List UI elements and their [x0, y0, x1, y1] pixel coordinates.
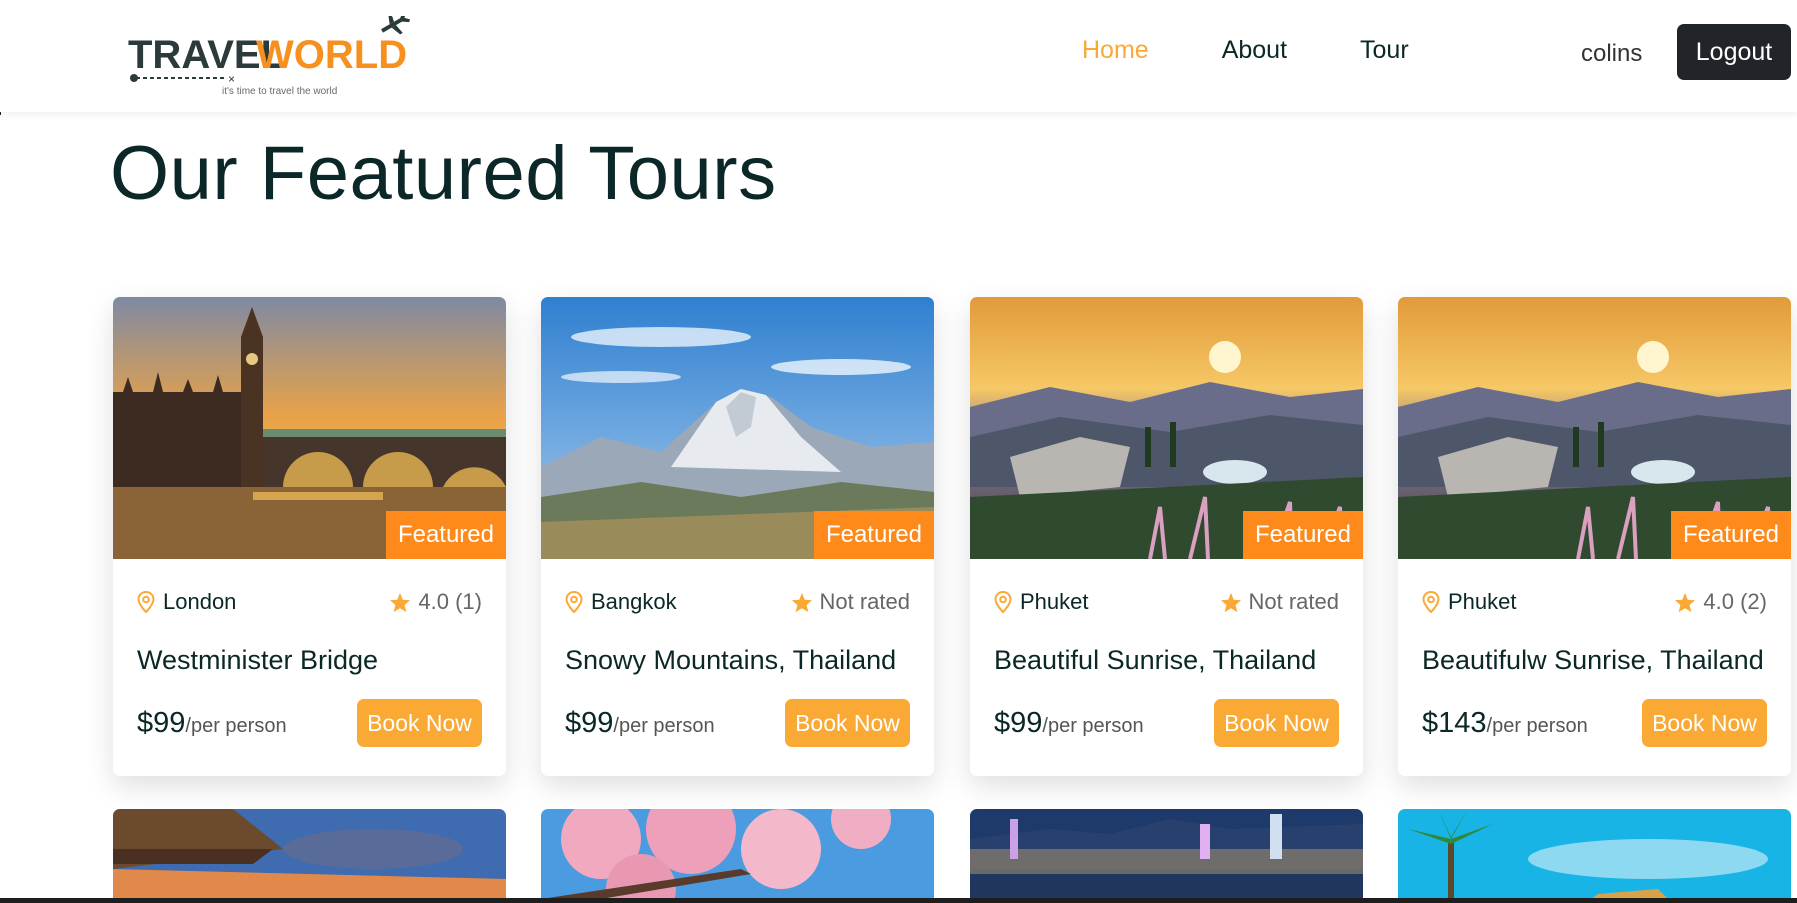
tour-card[interactable]: Featured Phuket 4.0 (2) Beautifulw Sunri… [1398, 297, 1791, 776]
price-unit: /per person [185, 714, 287, 737]
tour-rating: 4.0 (2) [1674, 589, 1767, 615]
tour-card[interactable]: Featured London 4.0 (1) Westminister Bri… [113, 297, 506, 776]
featured-badge: Featured [385, 511, 506, 559]
tour-card-partial[interactable] [541, 809, 934, 903]
tour-title[interactable]: Westminister Bridge [137, 645, 378, 676]
star-icon [791, 592, 812, 612]
tour-location: Phuket [1422, 589, 1517, 615]
tour-image[interactable]: Featured [113, 297, 506, 559]
book-now-button[interactable]: Book Now [357, 699, 482, 747]
logout-button[interactable]: Logout [1677, 24, 1791, 80]
tour-city: London [163, 589, 237, 614]
price-unit: /per person [613, 714, 715, 737]
tour-city: Phuket [1448, 589, 1517, 614]
rating-text: 4.0 (1) [418, 589, 482, 614]
logo-graphic: TRAVEL WORLD × it's time to travel the w… [128, 16, 410, 97]
price-amount: $143 [1422, 706, 1487, 739]
featured-badge: Featured [1242, 511, 1363, 559]
nav-home[interactable]: Home [1082, 36, 1149, 65]
map-pin-icon [565, 591, 583, 613]
price-amount: $99 [565, 706, 614, 739]
book-now-button[interactable]: Book Now [1214, 699, 1339, 747]
price-amount: $99 [137, 706, 186, 739]
tour-card-partial[interactable] [1398, 809, 1791, 903]
tour-price: $99/per person [994, 707, 1144, 740]
tour-title[interactable]: Snowy Mountains, Thailand [565, 645, 896, 676]
tour-card-body: Phuket Not rated Beautiful Sunrise, Thai… [970, 559, 1363, 776]
logo-text-right: WORLD [256, 33, 407, 77]
price-unit: /per person [1486, 714, 1588, 737]
tour-title[interactable]: Beautifulw Sunrise, Thailand [1422, 645, 1764, 676]
tour-card[interactable]: Featured Phuket Not rated Beautiful Sunr… [970, 297, 1363, 776]
tour-city: Phuket [1020, 589, 1089, 614]
tour-title[interactable]: Beautiful Sunrise, Thailand [994, 645, 1316, 676]
rating-text: Not rated [819, 589, 911, 614]
tour-card-partial[interactable] [970, 809, 1363, 903]
tour-card-body: Bangkok Not rated Snowy Mountains, Thail… [541, 559, 934, 776]
featured-badge: Featured [1670, 511, 1791, 559]
map-pin-icon [994, 591, 1012, 613]
star-icon [390, 592, 411, 612]
tour-card-body: Phuket 4.0 (2) Beautifulw Sunrise, Thail… [1398, 559, 1791, 776]
rating-text: 4.0 (2) [1703, 589, 1767, 614]
tour-rating: 4.0 (1) [389, 589, 482, 615]
username: colins [1581, 40, 1643, 67]
brand-logo[interactable]: TRAVEL WORLD × it's time to travel the w… [126, 16, 416, 100]
map-pin-icon [1422, 591, 1440, 613]
featured-badge: Featured [813, 511, 934, 559]
tour-location: Phuket [994, 589, 1089, 615]
book-now-button[interactable]: Book Now [1642, 699, 1767, 747]
tour-price: $99/per person [137, 707, 287, 740]
tour-location: London [137, 589, 236, 615]
tour-price: $99/per person [565, 707, 715, 740]
rating-text: Not rated [1248, 589, 1340, 614]
star-icon [1220, 592, 1241, 612]
map-pin-icon [137, 591, 155, 613]
tour-card[interactable]: Featured Bangkok Not rated Snowy Mountai… [541, 297, 934, 776]
tour-rating: Not rated [1220, 589, 1340, 615]
site-header: TRAVEL WORLD × it's time to travel the w… [0, 0, 1797, 112]
logo-tagline: it's time to travel the world [222, 86, 337, 97]
tour-image[interactable]: Featured [1398, 297, 1791, 559]
tour-card-partial[interactable] [113, 809, 506, 903]
star-icon [1675, 592, 1696, 612]
price-amount: $99 [994, 706, 1043, 739]
page-title: Our Featured Tours [110, 131, 777, 216]
nav-about[interactable]: About [1222, 36, 1287, 65]
tour-rating: Not rated [791, 589, 911, 615]
nav-tour[interactable]: Tour [1360, 36, 1409, 65]
tour-price: $143/per person [1422, 707, 1588, 740]
tour-image[interactable]: Featured [541, 297, 934, 559]
tour-city: Bangkok [591, 589, 677, 614]
horizontal-scrollbar[interactable] [0, 898, 1797, 903]
price-unit: /per person [1042, 714, 1144, 737]
main-nav: Home About Tour [1082, 36, 1409, 65]
tour-image[interactable]: Featured [970, 297, 1363, 559]
tour-card-body: London 4.0 (1) Westminister Bridge $99/p… [113, 559, 506, 776]
book-now-button[interactable]: Book Now [785, 699, 910, 747]
tour-location: Bangkok [565, 589, 677, 615]
svg-text:×: × [228, 72, 235, 86]
